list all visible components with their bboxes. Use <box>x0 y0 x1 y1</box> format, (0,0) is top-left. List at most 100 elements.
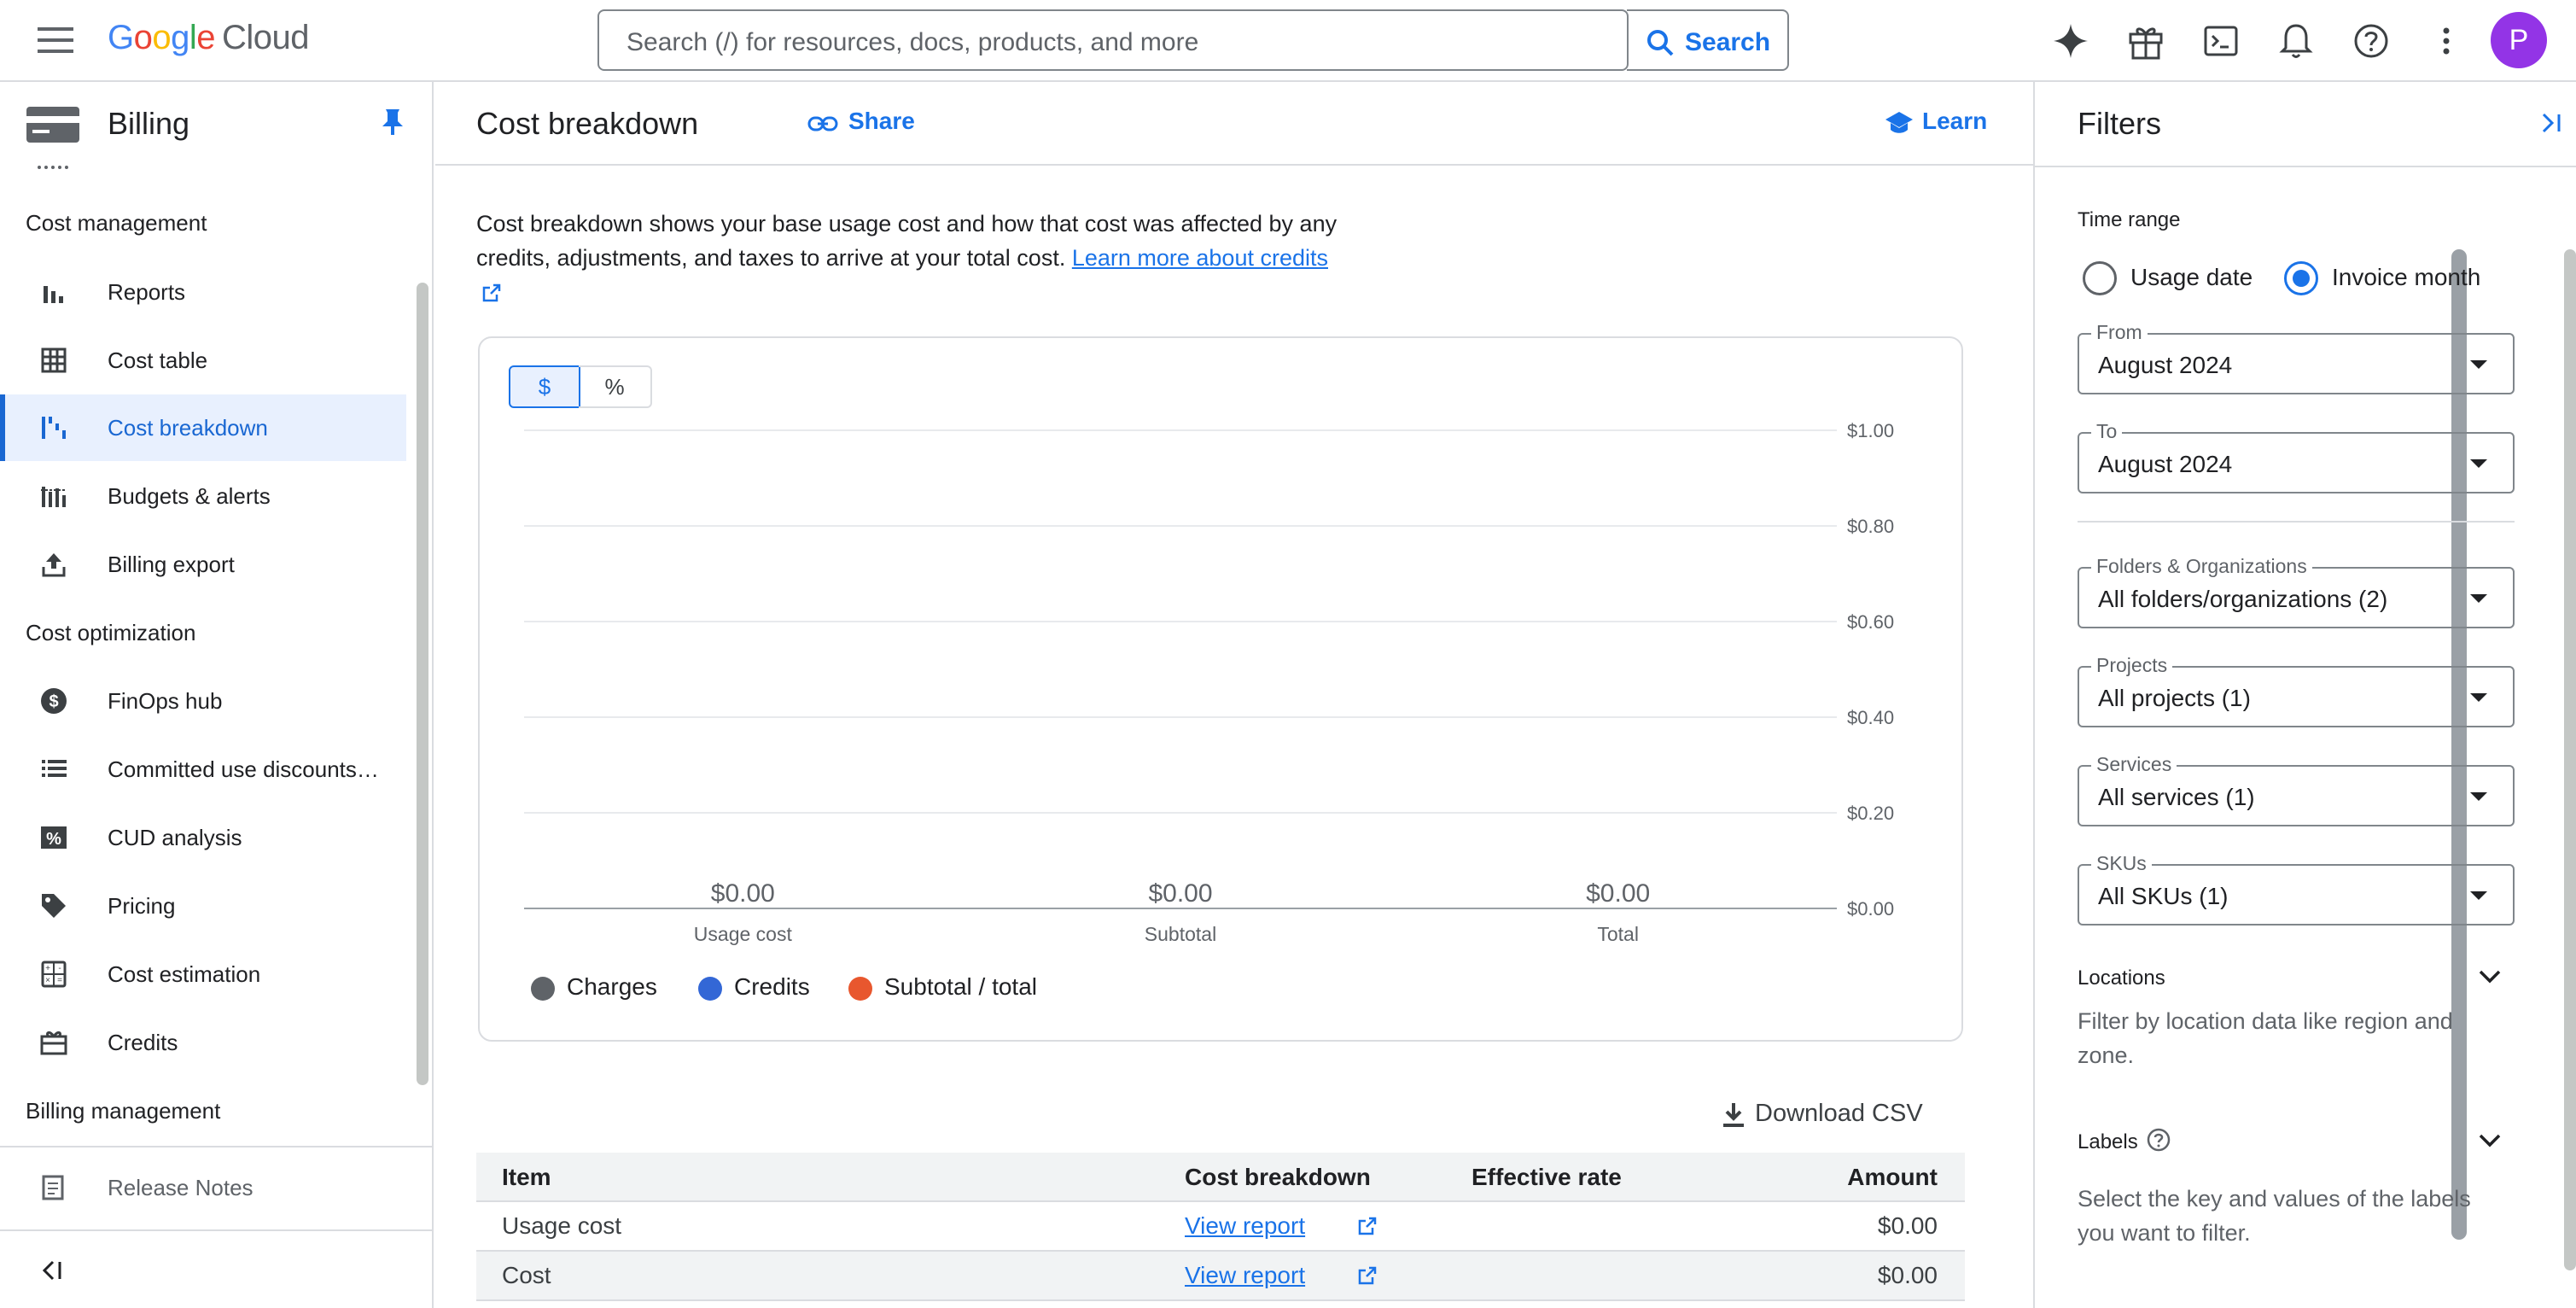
sidebar-item-cost-breakdown[interactable]: Cost breakdown <box>0 394 406 461</box>
budget-icon <box>39 482 68 511</box>
dropdown-arrow-icon <box>2470 459 2487 468</box>
hamburger-menu-icon[interactable] <box>38 24 73 56</box>
projects-label: Projects <box>2091 654 2173 677</box>
to-value: August 2024 <box>2098 451 2233 477</box>
page-description: Cost breakdown shows your base usage cos… <box>476 207 1347 309</box>
sidebar-item-label: Budgets & alerts <box>108 483 271 509</box>
services-select[interactable]: Services All services (1) <box>2078 753 2515 826</box>
labels-expand-chevron-icon[interactable] <box>2475 1125 2504 1154</box>
sidebar-item-cost-estimation[interactable]: + - × = Cost estimation <box>0 941 406 1007</box>
invoice-month-radio[interactable] <box>2284 261 2318 295</box>
section-cost-management: Cost management <box>26 210 207 236</box>
sidebar-item-label: Billing export <box>108 552 235 577</box>
x-category-label: Total <box>1597 923 1639 945</box>
learn-more-credits-link[interactable]: Learn more about credits <box>1072 245 1328 271</box>
services-value: All services (1) <box>2098 784 2255 810</box>
legend-subtotal-dot <box>848 977 872 1001</box>
more-vert-icon[interactable] <box>2426 20 2467 61</box>
skus-select[interactable]: SKUs All SKUs (1) <box>2078 852 2515 926</box>
svg-text:%: % <box>46 830 61 849</box>
main-content: Cost breakdown Share Learn Cost breakdow… <box>435 82 2467 1308</box>
svg-text:=: = <box>57 976 62 985</box>
sidebar-item-label: CUD analysis <box>108 825 242 850</box>
percent-icon: % <box>39 823 68 852</box>
x-category-label: Usage cost <box>694 923 793 945</box>
sidebar-item-billing-export[interactable]: Billing export <box>0 531 406 598</box>
view-report-link[interactable]: View report <box>1185 1202 1305 1250</box>
sidebar-item-release-notes[interactable]: Release Notes <box>0 1154 406 1221</box>
dropdown-arrow-icon <box>2470 693 2487 702</box>
legend-credits[interactable]: Credits <box>734 973 810 1001</box>
filters-scrollbar[interactable] <box>2564 249 2576 1270</box>
sidebar-item-finops-hub[interactable]: $ FinOps hub <box>0 668 406 734</box>
pin-icon[interactable] <box>381 108 405 137</box>
help-icon[interactable] <box>2351 20 2392 61</box>
notifications-bell-icon[interactable] <box>2276 20 2317 61</box>
sidebar-item-pricing[interactable]: Pricing <box>0 873 406 939</box>
from-select[interactable]: From August 2024 <box>2078 321 2515 394</box>
sidebar-item-label: Reports <box>108 279 186 305</box>
to-select[interactable]: To August 2024 <box>2078 420 2515 493</box>
sidebar-item-label: Cost breakdown <box>108 415 268 441</box>
view-report-link[interactable]: View report <box>1185 1252 1305 1299</box>
gift-card-icon <box>39 1028 68 1057</box>
usage-date-radio[interactable] <box>2083 261 2117 295</box>
y-tick-label: $0.40 <box>1847 707 1894 728</box>
google-cloud-logo[interactable]: Google Cloud <box>108 19 310 57</box>
waterfall-icon <box>39 413 68 442</box>
chart-card: $ % $1.00 $0.80 $0.60 $0.40 $0.20 $0.00 $0.00 U… <box>478 336 1963 1042</box>
page-title: Cost breakdown <box>476 106 699 141</box>
y-tick-label: $0.80 <box>1847 516 1894 537</box>
legend-charges[interactable]: Charges <box>567 973 657 1001</box>
learn-button[interactable]: Learn <box>1885 108 1996 142</box>
account-avatar[interactable]: P <box>2491 12 2547 68</box>
cloud-shell-terminal-icon[interactable] <box>2200 20 2241 61</box>
svg-text:-: - <box>58 964 61 973</box>
download-icon <box>1721 1101 1746 1129</box>
sidebar-item-budgets-alerts[interactable]: Budgets & alerts <box>0 463 406 529</box>
data-label: $0.00 <box>711 879 775 908</box>
download-csv-label: Download CSV <box>1755 1100 1923 1127</box>
column-header-amount: Amount <box>1847 1164 1938 1190</box>
time-range-label: Time range <box>2078 208 2181 231</box>
sidebar-item-credits[interactable]: Credits <box>0 1009 406 1076</box>
release-notes-icon <box>39 1173 68 1202</box>
download-csv-button[interactable]: Download CSV <box>1721 1100 1943 1134</box>
x-category-label: Subtotal <box>1145 923 1216 945</box>
learn-label: Learn <box>1922 108 1988 134</box>
sidebar-item-label: Committed use discounts… <box>108 756 379 782</box>
search-input[interactable]: Search (/) for resources, docs, products… <box>597 9 1629 71</box>
locations-label: Locations <box>2078 966 2165 990</box>
sidebar-item-label: FinOps hub <box>108 688 223 714</box>
sidebar-item-reports[interactable]: Reports <box>0 259 406 325</box>
sidebar-item-cud-analysis[interactable]: % CUD analysis <box>0 804 406 871</box>
projects-select[interactable]: Projects All projects (1) <box>2078 654 2515 727</box>
collapse-sidebar-icon[interactable] <box>39 1258 65 1282</box>
table-icon <box>39 346 68 375</box>
folders-organizations-select[interactable]: Folders & Organizations All folders/orga… <box>2078 555 2515 628</box>
y-tick-label: $0.00 <box>1847 898 1894 920</box>
sidebar-scrollbar[interactable] <box>417 283 428 1085</box>
top-app-bar: Google Cloud Search (/) for resources, do… <box>0 0 2576 82</box>
y-tick-label: $1.00 <box>1847 420 1894 441</box>
sidebar-item-cost-table[interactable]: Cost table <box>0 327 406 394</box>
filters-title: Filters <box>2078 106 2161 141</box>
svg-text:$: $ <box>49 692 58 711</box>
skus-label: SKUs <box>2091 852 2152 875</box>
labels-help-icon[interactable] <box>2146 1127 2171 1153</box>
row-amount: $0.00 <box>1877 1212 1938 1239</box>
folders-label: Folders & Organizations <box>2091 555 2312 578</box>
sidebar-item-committed-use-discounts[interactable]: Committed use discounts… <box>0 736 406 803</box>
legend-subtotal-total[interactable]: Subtotal / total <box>884 973 1037 1001</box>
search-button[interactable]: Search <box>1627 9 1789 71</box>
divider <box>0 1229 432 1231</box>
collapse-filters-icon[interactable] <box>2538 111 2564 135</box>
locations-expand-chevron-icon[interactable] <box>2475 961 2504 990</box>
gemini-sparkle-icon[interactable] <box>2050 20 2091 61</box>
tag-icon <box>39 891 68 920</box>
external-link-icon <box>1357 1216 1378 1236</box>
filters-panel: Filters Time range Usage date Invoice mo… <box>2033 82 2576 1308</box>
gift-icon[interactable] <box>2125 20 2166 61</box>
upload-icon <box>39 550 68 579</box>
svg-text:×: × <box>45 976 50 985</box>
